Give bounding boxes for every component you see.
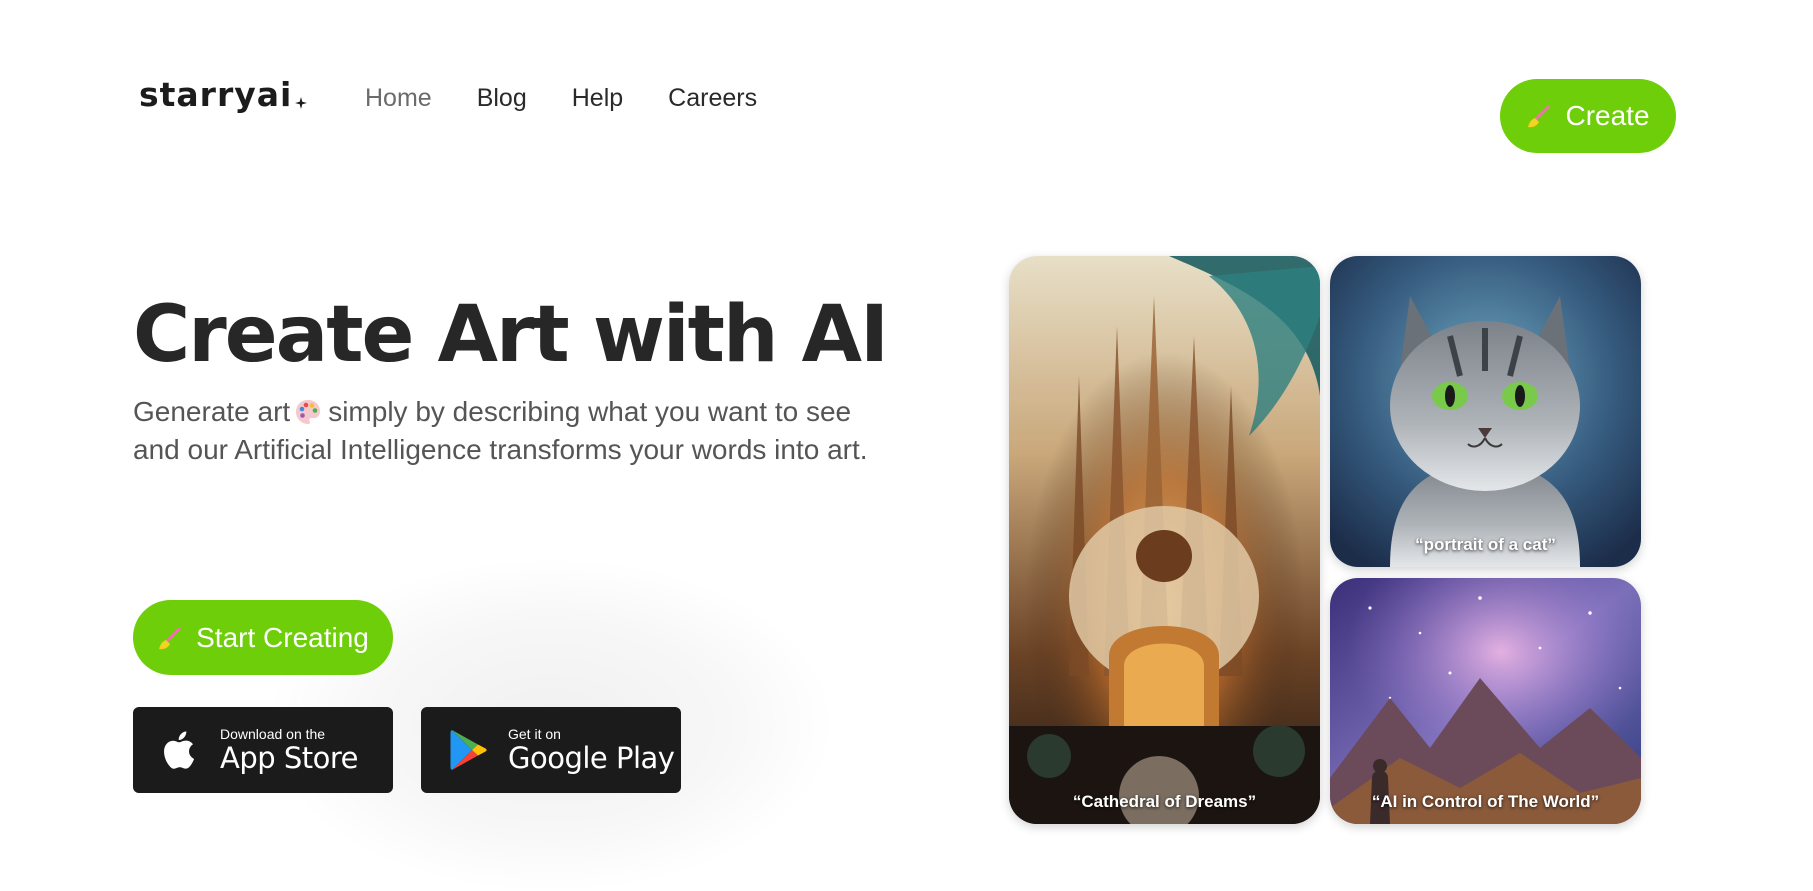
app-store-big-text: App Store bbox=[220, 741, 359, 775]
google-play-text: Get it on Google Play bbox=[508, 726, 675, 775]
app-store-button[interactable]: Download on the App Store bbox=[133, 707, 393, 793]
gallery-card-world[interactable]: “AI in Control of The World” bbox=[1330, 578, 1641, 824]
starryai-logo[interactable]: starryai bbox=[139, 75, 308, 114]
main-nav: Home Blog Help Careers bbox=[365, 86, 802, 111]
hero-subtitle-line2: and our Artificial Intelligence transfor… bbox=[133, 434, 868, 465]
brush-icon bbox=[1528, 105, 1551, 128]
gallery-caption: “AI in Control of The World” bbox=[1371, 792, 1600, 811]
hero-subtitle-part2: simply by describing what you want to se… bbox=[328, 396, 852, 427]
world-artwork bbox=[1330, 578, 1641, 824]
gallery-card-cat[interactable]: “portrait of a cat” bbox=[1330, 256, 1641, 567]
gallery-caption: “portrait of a cat” bbox=[1415, 535, 1556, 554]
hero-title: Create Art with AI bbox=[133, 290, 889, 380]
google-play-small-text: Get it on bbox=[508, 726, 561, 742]
palette-icon bbox=[296, 400, 321, 424]
hero-subtitle-part1: Generate art bbox=[133, 396, 291, 427]
nav-blog-link[interactable]: Blog bbox=[477, 86, 527, 111]
cat-artwork bbox=[1330, 256, 1641, 567]
app-store-small-text: Download on the bbox=[220, 726, 326, 742]
apple-icon bbox=[164, 731, 195, 769]
start-creating-button[interactable]: Start Creating bbox=[133, 600, 393, 675]
gallery-caption: “Cathedral of Dreams” bbox=[1072, 792, 1257, 811]
create-button-label: Create bbox=[1565, 100, 1650, 131]
nav-help-link[interactable]: Help bbox=[572, 86, 623, 111]
create-button[interactable]: Create bbox=[1500, 79, 1676, 153]
hero-subtitle: Generate art simply by describing what y… bbox=[133, 393, 933, 469]
cathedral-artwork bbox=[1009, 256, 1320, 824]
sparkle-icon bbox=[295, 97, 308, 109]
logo-text: starryai bbox=[139, 75, 293, 114]
google-play-big-text: Google Play bbox=[508, 741, 675, 775]
google-play-button[interactable]: Get it on Google Play bbox=[421, 707, 681, 793]
start-creating-label: Start Creating bbox=[196, 621, 369, 653]
nav-home-link[interactable]: Home bbox=[365, 86, 432, 111]
gallery-card-cathedral[interactable]: “Cathedral of Dreams” bbox=[1009, 256, 1320, 824]
google-play-icon bbox=[450, 730, 487, 770]
brush-icon bbox=[159, 626, 182, 649]
nav-careers-link[interactable]: Careers bbox=[668, 86, 757, 111]
app-store-text: Download on the App Store bbox=[220, 726, 359, 775]
